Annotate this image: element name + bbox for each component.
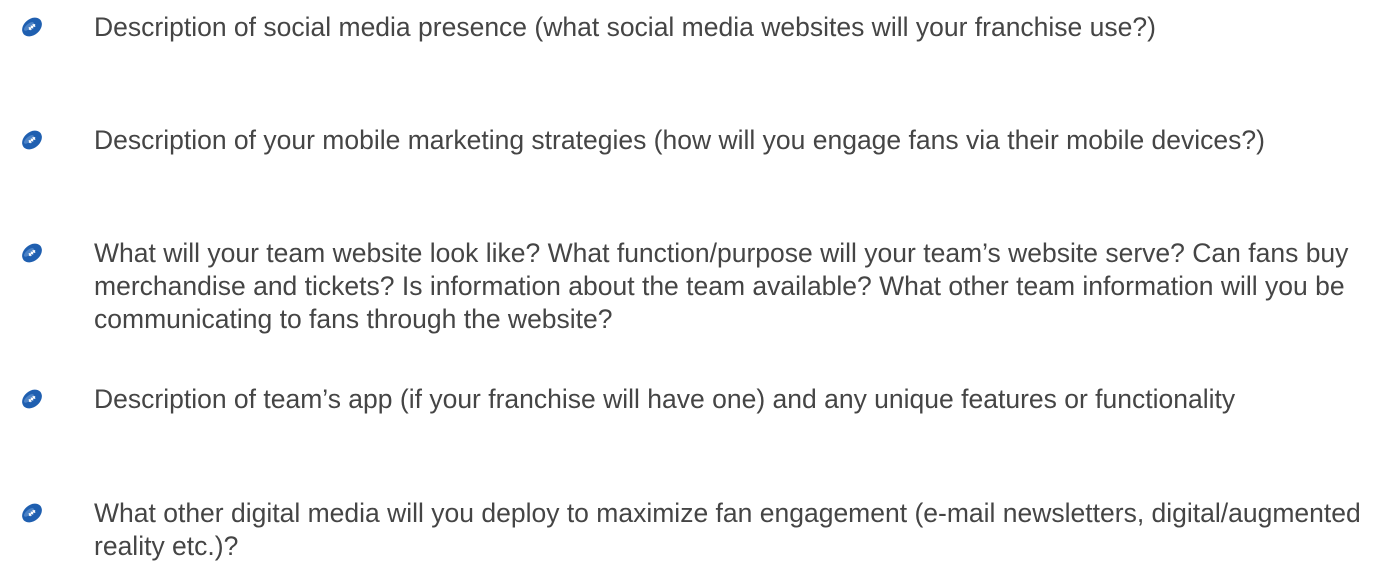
bullet-text: Description of team’s app (if your franc… [94, 384, 1236, 414]
football-icon [20, 128, 44, 152]
bullet-text: Description of social media presence (wh… [94, 12, 1156, 42]
football-icon [20, 241, 44, 265]
bullet-text: What will your team website look like? W… [94, 238, 1349, 334]
football-icon [20, 501, 44, 525]
bullet-text: What other digital media will you deploy… [94, 498, 1361, 561]
slide-content: Description of social media presence (wh… [0, 0, 1379, 573]
bullet-text: Description of your mobile marketing str… [94, 125, 1265, 155]
football-icon [20, 15, 44, 39]
football-icon [20, 387, 44, 411]
